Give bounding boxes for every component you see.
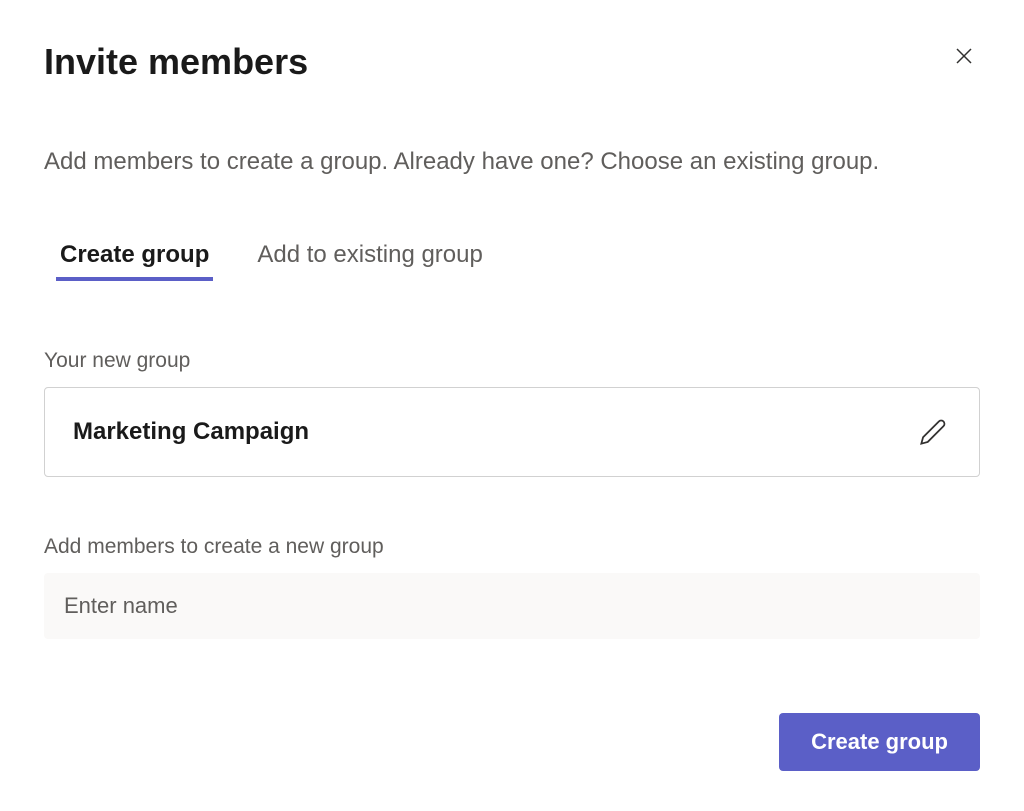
edit-group-name-button[interactable] xyxy=(915,414,951,450)
close-button[interactable] xyxy=(948,40,980,72)
add-members-section: Add members to create a new group xyxy=(44,535,980,639)
dialog-header: Invite members xyxy=(44,40,980,83)
group-name-label: Your new group xyxy=(44,349,980,373)
invite-members-dialog: Invite members Add members to create a g… xyxy=(0,0,1024,811)
create-group-button[interactable]: Create group xyxy=(779,713,980,771)
group-name-text: Marketing Campaign xyxy=(73,418,309,446)
group-name-box: Marketing Campaign xyxy=(44,387,980,477)
tab-add-existing[interactable]: Add to existing group xyxy=(257,241,482,281)
dialog-description: Add members to create a group. Already h… xyxy=(44,145,980,179)
dialog-footer: Create group xyxy=(779,713,980,771)
pencil-icon xyxy=(919,418,947,446)
tab-create-group[interactable]: Create group xyxy=(60,241,209,281)
group-name-section: Your new group Marketing Campaign xyxy=(44,349,980,477)
dialog-title: Invite members xyxy=(44,40,308,83)
add-members-label: Add members to create a new group xyxy=(44,535,980,559)
member-name-input[interactable] xyxy=(44,573,980,639)
close-icon xyxy=(952,44,976,68)
tabs-container: Create group Add to existing group xyxy=(44,241,980,281)
